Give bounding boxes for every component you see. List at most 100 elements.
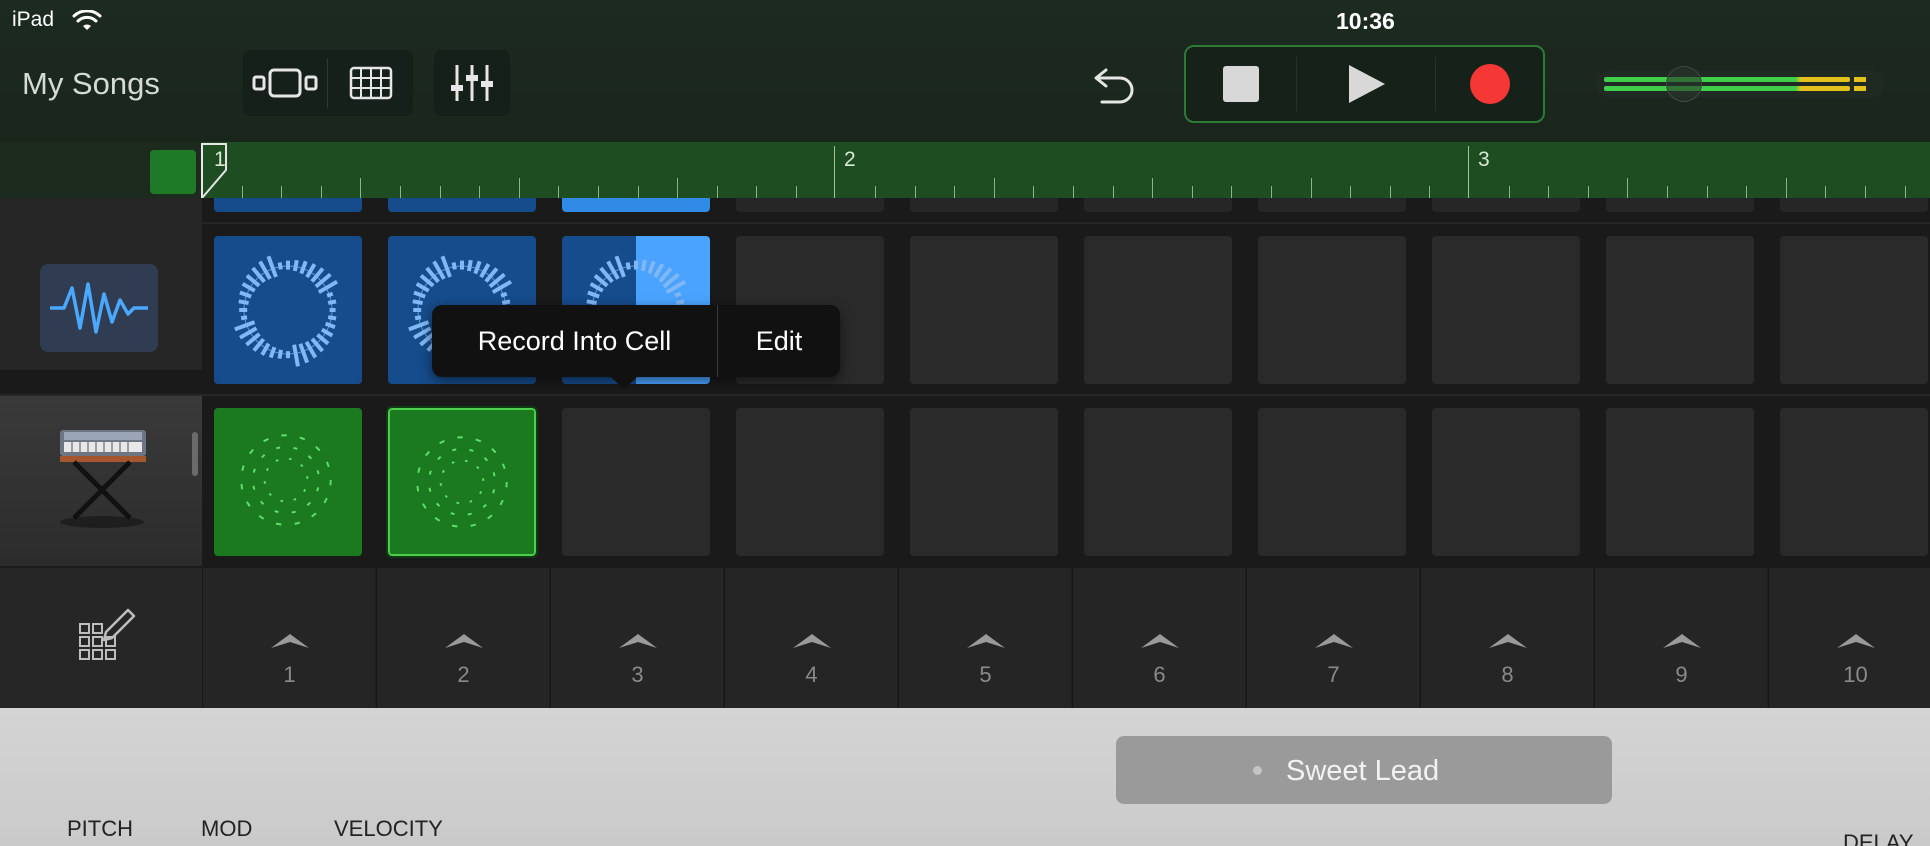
loop-cell-audio-7[interactable]	[1258, 236, 1406, 384]
live-loops-grid	[0, 198, 1930, 568]
cell-partial-row[interactable]	[1084, 198, 1232, 212]
chevron-up-icon	[967, 634, 1005, 648]
scene-trigger-1[interactable]: 1	[202, 568, 375, 708]
loop-cell-keyboard-5[interactable]	[910, 408, 1058, 556]
undo-icon[interactable]	[1092, 62, 1138, 106]
view-toggle	[243, 50, 413, 116]
loop-cell-audio-5[interactable]	[910, 236, 1058, 384]
scene-number: 10	[1843, 662, 1868, 687]
track-resize-handle[interactable]	[192, 432, 198, 476]
chevron-up-icon	[1141, 634, 1179, 648]
cell-partial-row[interactable]	[736, 198, 884, 212]
loop-cell-audio-9[interactable]	[1606, 236, 1754, 384]
timeline-ruler[interactable]: 1 2 3	[0, 142, 1930, 198]
scene-number: 1	[283, 662, 296, 687]
mixer-sliders-icon	[451, 65, 493, 101]
loop-cell-keyboard-8[interactable]	[1432, 408, 1580, 556]
audio-waveform-circle	[234, 255, 339, 367]
cell-partial-row[interactable]	[388, 198, 536, 212]
scene-number: 9	[1675, 662, 1688, 687]
wifi-icon	[72, 10, 102, 30]
loop-cell-keyboard-3[interactable]	[562, 408, 710, 556]
output-level-meter[interactable]	[1596, 66, 1884, 102]
top-bar: iPad 10:36 My Songs	[0, 0, 1930, 142]
track-header-keyboard[interactable]	[0, 396, 202, 566]
midi-notes-circle	[416, 436, 508, 528]
patch-indicator-dot	[1253, 766, 1262, 775]
chevron-up-icon	[1663, 634, 1701, 648]
garageband-live-loops-screen: iPad 10:36 My Songs 1 2 3 Record Into Ce…	[0, 0, 1930, 846]
patch-selector[interactable]: Sweet Lead	[1116, 736, 1612, 804]
tracks-view-icon	[252, 68, 318, 98]
cell-partial-row[interactable]	[910, 198, 1058, 212]
midi-notes-circle	[240, 434, 332, 526]
edit-grid-icon	[79, 608, 136, 660]
chevron-up-icon	[1837, 634, 1875, 648]
edit-grid-button[interactable]	[0, 568, 202, 708]
status-time: 10:36	[1336, 8, 1395, 34]
ruler-marker-3: 3	[1478, 148, 1490, 171]
track-header-audio[interactable]	[0, 224, 202, 370]
scene-trigger-10[interactable]: 10	[1768, 568, 1930, 708]
playhead-icon[interactable]	[200, 142, 230, 198]
cell-partial-row[interactable]	[1780, 198, 1928, 212]
chevron-up-icon	[1315, 634, 1353, 648]
scene-trigger-2[interactable]: 2	[376, 568, 549, 708]
cell-partial-row[interactable]	[562, 198, 710, 212]
track-color-swatch	[150, 150, 196, 194]
play-icon	[1349, 65, 1385, 103]
tracks-view-button[interactable]	[243, 50, 327, 116]
waveform-icon	[50, 282, 148, 334]
scene-trigger-3[interactable]: 3	[550, 568, 723, 708]
edit-label: Edit	[755, 325, 803, 356]
scene-trigger-9[interactable]: 9	[1594, 568, 1767, 708]
ruler-marker-2: 2	[844, 148, 856, 171]
chevron-up-icon	[793, 634, 831, 648]
cell-partial-row[interactable]	[1606, 198, 1754, 212]
delay-label: DELAY	[1843, 830, 1914, 846]
scene-trigger-8[interactable]: 8	[1420, 568, 1593, 708]
chevron-up-icon	[619, 634, 657, 648]
my-songs-button[interactable]: My Songs	[22, 66, 160, 102]
scene-number: 6	[1153, 662, 1166, 687]
stop-icon	[1223, 66, 1259, 102]
loop-cell-keyboard-9[interactable]	[1606, 408, 1754, 556]
live-loops-grid-icon	[349, 66, 392, 100]
loop-cell-keyboard-1[interactable]	[214, 408, 362, 556]
mixer-button[interactable]	[434, 50, 510, 116]
volume-knob[interactable]	[1666, 66, 1702, 102]
play-button[interactable]	[1297, 47, 1435, 121]
loop-cell-keyboard-10[interactable]	[1780, 408, 1928, 556]
cell-partial-row[interactable]	[1432, 198, 1580, 212]
cell-partial-row[interactable]	[214, 198, 362, 212]
scene-trigger-5[interactable]: 5	[898, 568, 1071, 708]
loop-cell-audio-8[interactable]	[1432, 236, 1580, 384]
scene-number: 3	[631, 662, 644, 687]
record-icon	[1469, 64, 1510, 104]
transport-controls	[1184, 45, 1545, 123]
record-button[interactable]	[1436, 47, 1543, 121]
loop-cell-audio-6[interactable]	[1084, 236, 1232, 384]
record-into-cell-button[interactable]: Record Into Cell	[432, 305, 717, 377]
edit-button[interactable]: Edit	[718, 305, 840, 377]
patch-name: Sweet Lead	[1286, 755, 1440, 787]
loop-cell-keyboard-7[interactable]	[1258, 408, 1406, 556]
scene-trigger-4[interactable]: 4	[724, 568, 897, 708]
loop-cell-keyboard-6[interactable]	[1084, 408, 1232, 556]
velocity-label: VELOCITY	[334, 816, 443, 841]
loop-cell-keyboard-2[interactable]	[386, 406, 538, 558]
live-loops-grid-button[interactable]	[328, 50, 413, 116]
loop-cell-audio-1[interactable]	[214, 236, 362, 384]
scene-trigger-6[interactable]: 6	[1072, 568, 1245, 708]
cell-partial-row[interactable]	[1258, 198, 1406, 212]
record-into-cell-label: Record Into Cell	[477, 325, 672, 356]
instrument-panel: Sweet Lead PITCH MOD VELOCITY DELAY	[0, 708, 1930, 846]
loop-cell-audio-10[interactable]	[1780, 236, 1928, 384]
loop-cell-keyboard-4[interactable]	[736, 408, 884, 556]
mod-label: MOD	[201, 816, 253, 841]
stop-button[interactable]	[1186, 47, 1296, 121]
chevron-up-icon	[1489, 634, 1527, 648]
scene-trigger-7[interactable]: 7	[1246, 568, 1419, 708]
cell-context-menu: Record Into Cell Edit	[432, 305, 840, 377]
chevron-up-icon	[271, 634, 309, 648]
